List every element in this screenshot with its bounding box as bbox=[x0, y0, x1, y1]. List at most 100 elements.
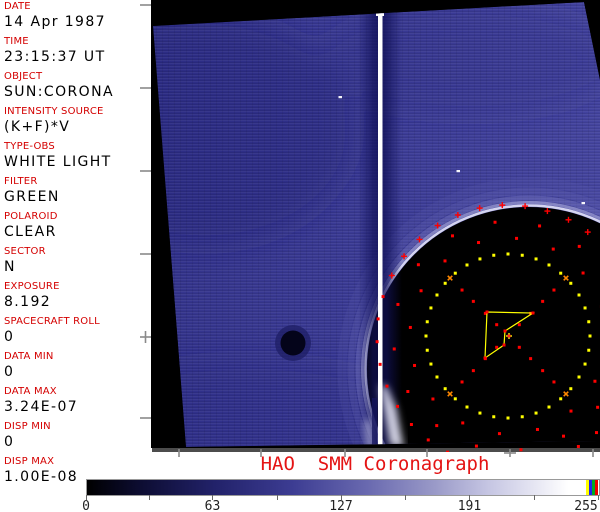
ccd-field bbox=[153, 2, 600, 447]
fiducial-dot bbox=[450, 234, 454, 238]
fiducial-dot bbox=[531, 311, 535, 315]
image-background bbox=[151, 0, 600, 448]
fiducial-dot bbox=[538, 224, 542, 228]
fiducial-dot bbox=[569, 281, 573, 285]
metadata-label: DISP MAX bbox=[4, 456, 55, 467]
fiducial-dot bbox=[429, 362, 433, 366]
top-shading bbox=[320, 5, 600, 115]
fiducial-dot bbox=[376, 317, 380, 321]
metadata-field: TIME 23:15:37 UT bbox=[4, 36, 150, 66]
fiducial-dot bbox=[596, 405, 600, 409]
fiducial-dot bbox=[547, 405, 551, 409]
fiducial-dot bbox=[529, 357, 533, 361]
fiducial-dot bbox=[587, 348, 591, 352]
fiducial-dot bbox=[413, 363, 417, 367]
fiducial-dot bbox=[534, 411, 538, 415]
fiducial-dot bbox=[593, 379, 597, 383]
metadata-field: EXPOSURE 8.192 bbox=[4, 281, 150, 311]
metadata-field: OBJECT SUN:CORONA bbox=[4, 71, 150, 101]
fiducial-dot bbox=[562, 434, 566, 438]
fiducial-dot bbox=[381, 295, 385, 299]
fiducial-dot bbox=[406, 390, 410, 394]
fiducial-dot bbox=[426, 438, 430, 442]
fiducial-dot bbox=[583, 306, 587, 310]
fiducial-dot bbox=[576, 444, 580, 448]
fiducial-dot bbox=[557, 456, 560, 459]
metadata-field: DATA MAX 3.24E-07 bbox=[4, 386, 150, 416]
fiducial-overlay bbox=[375, 202, 600, 468]
fiducial-dot bbox=[478, 411, 482, 415]
metadata-label: DATE bbox=[4, 1, 31, 12]
fiducial-dot bbox=[502, 343, 506, 347]
metadata-label: DISP MIN bbox=[4, 421, 51, 432]
fiducial-dot bbox=[520, 415, 524, 419]
fiducial-dot bbox=[435, 293, 439, 297]
fiducial-dot bbox=[569, 387, 573, 391]
fiducial-dot bbox=[506, 252, 510, 256]
image-bottom-border bbox=[152, 448, 600, 452]
metadata-label: DATA MIN bbox=[4, 351, 54, 362]
fiducial-dot bbox=[495, 345, 499, 349]
metadata-value: 0 bbox=[4, 329, 15, 345]
fiducial-dot bbox=[577, 293, 581, 297]
fiducial-dot bbox=[460, 288, 464, 292]
colorbar-scale: 0 63 127 191 255 bbox=[0, 494, 600, 512]
fiducial-dot bbox=[507, 334, 511, 338]
metadata-value: 8.192 bbox=[4, 294, 52, 310]
metadata-value: 3.24E-07 bbox=[4, 399, 79, 415]
fiducial-dot bbox=[497, 432, 501, 436]
fiducial-dot bbox=[471, 369, 475, 373]
metadata-value: 0 bbox=[4, 364, 15, 380]
fiducial-dot bbox=[396, 404, 400, 408]
metadata-label: INTENSITY SOURCE bbox=[4, 106, 104, 117]
colorbar-tick-label: 191 bbox=[457, 499, 482, 512]
fiducial-dot bbox=[515, 236, 519, 240]
metadata-value: (K+F)*V bbox=[4, 119, 71, 135]
fiducial-dot bbox=[424, 334, 428, 338]
fiducial-dot bbox=[431, 397, 435, 401]
metadata-field: INTENSITY SOURCE (K+F)*V bbox=[4, 106, 150, 136]
metadata-field: DATE 14 Apr 1987 bbox=[4, 1, 150, 31]
fiducial-dot bbox=[529, 311, 533, 315]
star-specks bbox=[338, 96, 585, 205]
fiducial-dot bbox=[485, 310, 489, 314]
metadata-value: SUN:CORONA bbox=[4, 84, 114, 100]
colorbar-end-stripe bbox=[595, 480, 598, 495]
fiducial-dot bbox=[577, 244, 581, 248]
fiducial-dot bbox=[416, 263, 420, 267]
fiducial-dot bbox=[541, 369, 545, 373]
metadata-field: SECTOR N bbox=[4, 246, 150, 276]
fiducial-dot bbox=[495, 323, 499, 327]
metadata-value: 0 bbox=[4, 434, 15, 450]
fiducial-dot bbox=[478, 257, 482, 261]
fiducial-dot bbox=[535, 462, 538, 465]
metadata-field: FILTER GREEN bbox=[4, 176, 150, 206]
metadata-field: TYPE-OBS WHITE LIGHT bbox=[4, 141, 150, 171]
fiducial-dot bbox=[534, 257, 538, 261]
fiducial-dot bbox=[552, 288, 556, 292]
fiducial-dot bbox=[408, 325, 412, 329]
fiducial-dot bbox=[552, 380, 556, 384]
fiducial-dot bbox=[471, 299, 475, 303]
fiducial-dot bbox=[577, 375, 581, 379]
fiducial-dot bbox=[595, 431, 599, 435]
fiducial-dot bbox=[425, 320, 429, 324]
fiducial-dot bbox=[419, 289, 423, 293]
metadata-value: 23:15:37 UT bbox=[4, 49, 106, 65]
metadata-label: FILTER bbox=[4, 176, 38, 187]
fiducial-dot bbox=[453, 397, 457, 401]
fiducial-dot bbox=[512, 465, 515, 468]
fiducial-dot bbox=[483, 356, 487, 360]
fiducial-dot bbox=[385, 384, 389, 388]
fiducial-dot bbox=[443, 259, 447, 263]
contour-polygon bbox=[484, 311, 535, 360]
metadata-label: POLAROID bbox=[4, 211, 58, 222]
fiducial-dot bbox=[474, 444, 478, 448]
fiducial-dot bbox=[409, 423, 413, 427]
metadata-field: SPACECRAFT ROLL 0 bbox=[4, 316, 150, 346]
colorbar-minor-tick bbox=[149, 495, 151, 500]
fiducial-dot bbox=[588, 334, 592, 338]
fiducial-dot bbox=[378, 362, 382, 366]
metadata-field: POLAROID CLEAR bbox=[4, 211, 150, 241]
metadata-label: TIME bbox=[4, 36, 29, 47]
